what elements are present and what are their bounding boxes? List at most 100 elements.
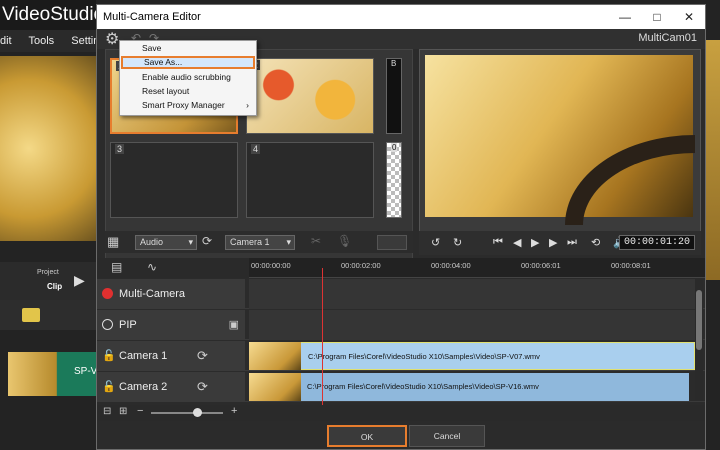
ruler-tick: 00:00:02:00 (341, 261, 381, 270)
source-cell-4[interactable]: 4 (246, 142, 374, 218)
zoom-bar: ⊟ ⊞ − + (97, 405, 705, 421)
radio-icon (102, 319, 113, 330)
dialog-title: Multi-Camera Editor (103, 11, 201, 23)
track-area[interactable] (249, 310, 695, 340)
menu-item-label: Smart Proxy Manager (142, 100, 225, 110)
track-name: PIP (119, 319, 137, 331)
timecode-display[interactable]: 00:00:01:20 (618, 235, 695, 250)
ruler-tick: 00:00:00:00 (251, 261, 291, 270)
sync-icon[interactable]: ⟳ (197, 372, 208, 402)
close-button[interactable]: ✕ (673, 5, 705, 29)
mic-icon[interactable]: 🎙 (337, 234, 352, 248)
menu-tools[interactable]: Tools (28, 35, 54, 47)
storyboard-icon[interactable] (22, 308, 40, 322)
repeat-icon[interactable]: ⟲ (591, 236, 600, 249)
menu-item-enable-audio-scrubbing[interactable]: Enable audio scrubbing (121, 71, 255, 84)
minimize-button[interactable]: — (609, 5, 641, 29)
menu-item-smart-proxy-manager[interactable]: Smart Proxy Manager › (121, 99, 255, 112)
project-name: MultiCam01 (638, 32, 697, 44)
fit-icon[interactable]: ⊟ (103, 406, 111, 417)
app-title: VideoStudio X (0, 0, 96, 30)
next-frame-icon[interactable]: ▶ (549, 236, 557, 249)
record-icon (102, 288, 113, 299)
split-icon[interactable]: ✂ (311, 234, 321, 248)
audio-dropdown[interactable]: Audio ▾ (135, 235, 197, 250)
app-clip-label: SP-V (74, 366, 98, 377)
pip-icon[interactable]: ▣ (229, 310, 239, 340)
prev-frame-icon[interactable]: ◀ (513, 236, 521, 249)
menu-item-reset-layout[interactable]: Reset layout (121, 85, 255, 98)
zoom-slider[interactable] (151, 412, 223, 414)
gear-icon[interactable]: ⚙ (105, 29, 119, 49)
project-label: Project (37, 269, 59, 276)
play-icon[interactable]: ▶ (74, 272, 85, 289)
camera-2-clip[interactable]: C:\Program Files\Corel\VideoStudio X10\S… (249, 373, 689, 401)
play-icon[interactable]: ▶ (531, 236, 539, 249)
waveform-icon[interactable]: ∿ (147, 260, 157, 274)
timeline-ruler[interactable]: 00:00:00:00 00:00:02:00 00:00:04:00 00:0… (249, 258, 705, 278)
rotate-right-icon[interactable]: ↻ (453, 236, 462, 249)
lock-icon[interactable]: 🔓 (102, 341, 116, 371)
zoom-slider-thumb[interactable] (193, 408, 202, 417)
audio-meter-b: B (386, 58, 402, 134)
cell-number: 3 (115, 144, 125, 154)
source-toolbar: ▦ Audio ▾ ⟳ Camera 1 ▾ ✂ 🎙 (105, 231, 413, 253)
source-cell-2[interactable]: 2 (246, 58, 374, 134)
zoom-in-icon[interactable]: + (231, 405, 237, 417)
track-label[interactable]: PIP ▣ (97, 310, 245, 340)
zoom-out-icon[interactable]: − (137, 405, 143, 417)
chevron-right-icon: › (246, 100, 249, 110)
cell-number: 4 (251, 144, 261, 154)
menu-item-save-as[interactable]: Save As... (121, 56, 255, 69)
sync-icon[interactable]: ⟳ (197, 341, 208, 371)
chevron-down-icon: ▾ (286, 237, 291, 247)
meter-label: B (391, 59, 397, 68)
menu-item-save[interactable]: Save (121, 42, 255, 55)
track-name: Camera 1 (119, 350, 168, 362)
app-menubar: dit Tools Settings (0, 30, 111, 52)
menu-edit[interactable]: dit (0, 35, 12, 47)
track-multi-camera: Multi-Camera (97, 279, 705, 309)
playhead[interactable] (322, 268, 323, 408)
app-project-clip-toggle[interactable]: Project Clip ▶ (0, 262, 96, 300)
app-library-strip (706, 40, 720, 280)
lock-icon[interactable]: 🔓 (102, 372, 116, 402)
home-icon[interactable]: ⏮ (493, 236, 503, 249)
audio-meter-0: 0 (386, 142, 402, 218)
ruler-tick: 00:00:08:01 (611, 261, 651, 270)
track-area[interactable] (249, 279, 695, 309)
chevron-down-icon: ▾ (188, 237, 193, 247)
track-label[interactable]: 🔓 Camera 1 ⟳ (97, 341, 245, 371)
sync-icon[interactable]: ⟳ (202, 234, 212, 248)
track-manager-icon[interactable]: ▤ (111, 260, 122, 274)
rotate-left-icon[interactable]: ↺ (431, 236, 440, 249)
ruler-tick: 00:00:06:01 (521, 261, 561, 270)
playback-controls: ↺ ↻ ⏮ ◀ ▶ ▶ ⏭ ⟲ 🔊 00:00:01:20 (419, 231, 701, 255)
track-camera-2: 🔓 Camera 2 ⟳ C:\Program Files\Corel\Vide… (97, 372, 705, 402)
app-preview (0, 56, 96, 241)
end-icon[interactable]: ⏭ (567, 236, 577, 249)
timeline-scroll-thumb[interactable] (696, 290, 702, 350)
camera-1-clip[interactable]: C:\Program Files\Corel\VideoStudio X10\S… (249, 342, 695, 370)
source-cell-3[interactable]: 3 (110, 142, 238, 218)
cancel-button[interactable]: Cancel (409, 425, 485, 447)
ok-button[interactable]: OK (327, 425, 407, 447)
camera-2-clip-thumb (249, 373, 301, 401)
clip-label: Clip (47, 282, 63, 291)
app-timeline-toolbar (0, 300, 96, 330)
track-label[interactable]: Multi-Camera (97, 279, 245, 309)
dialog-titlebar: Multi-Camera Editor — □ ✕ (97, 5, 705, 29)
audio-dropdown-value: Audio (140, 237, 164, 247)
maximize-button[interactable]: □ (641, 5, 673, 29)
ruler-tick: 00:00:04:00 (431, 261, 471, 270)
multi-camera-editor-dialog: Multi-Camera Editor — □ ✕ ⚙ ↶ ↷ MultiCam… (96, 4, 706, 450)
zoom-fit-icon[interactable]: ⊞ (119, 406, 127, 417)
track-camera-1: 🔓 Camera 1 ⟳ C:\Program Files\Corel\Vide… (97, 341, 705, 371)
track-label[interactable]: 🔓 Camera 2 ⟳ (97, 372, 245, 402)
angle-box[interactable] (377, 235, 407, 250)
track-name: Multi-Camera (119, 288, 186, 300)
track-pip: PIP ▣ (97, 310, 705, 340)
camera-dropdown[interactable]: Camera 1 ▾ (225, 235, 295, 250)
camera-dropdown-value: Camera 1 (230, 237, 270, 247)
layout-grid-icon[interactable]: ▦ (107, 234, 119, 250)
